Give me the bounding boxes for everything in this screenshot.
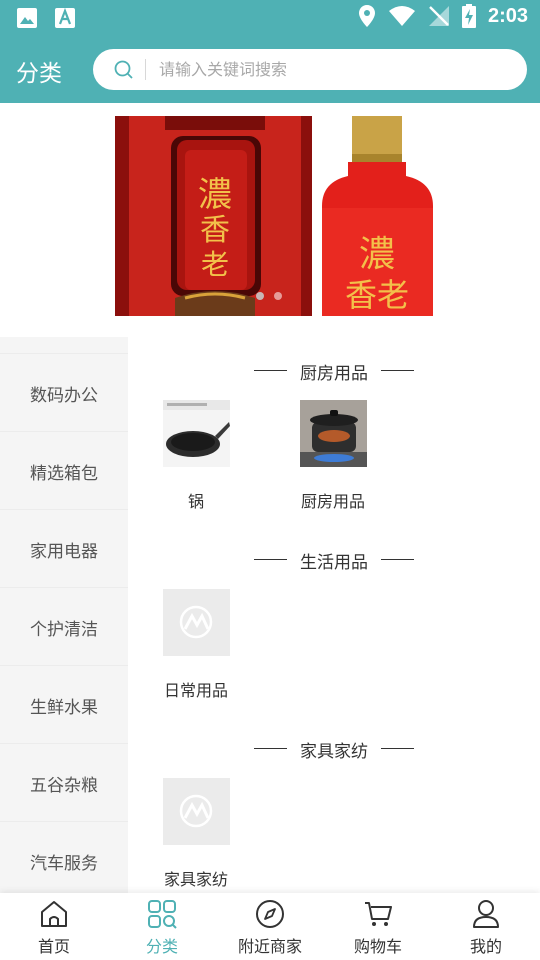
sidebar-item-label: 家用电器	[30, 541, 98, 562]
tile-label: 厨房用品	[300, 492, 365, 511]
tab-label: 首页	[37, 937, 70, 956]
category-sidebar: 数码办公 精选箱包 家用电器 个护清洁 生鲜水果 五谷杂粮 汽车服务	[0, 337, 128, 900]
section-divider-right	[381, 370, 414, 371]
search-input[interactable]	[159, 49, 509, 90]
tab-label: 附近商家	[237, 937, 302, 956]
tab-cart[interactable]: 购物车	[324, 893, 432, 960]
banner-image: 濃 香 老 濃 香老	[115, 116, 435, 316]
status-bar: 2:03	[0, 0, 540, 36]
search-icon	[114, 60, 133, 79]
bottom-tab-bar: 首页 分类 附近商家 购物车 我的	[0, 893, 540, 960]
tab-label: 我的	[469, 937, 502, 956]
sidebar-item-fresh-fruit[interactable]: 生鲜水果	[0, 667, 128, 744]
frying-pan-image	[162, 400, 230, 467]
tab-home[interactable]: 首页	[0, 893, 108, 960]
svg-text:香老: 香老	[345, 276, 409, 314]
category-tile-pan[interactable]: 锅	[141, 400, 251, 512]
page-title: 分类	[16, 61, 62, 87]
sidebar-item-label: 生鲜水果	[30, 697, 98, 718]
cart-icon	[365, 902, 392, 926]
placeholder-image	[162, 778, 230, 845]
category-content: 厨房用品 锅 厨房用品 生活用品 日常用品 家具家纺 家具家纺	[128, 337, 540, 893]
cooking-pot-image	[299, 400, 367, 467]
tab-label: 分类	[145, 937, 178, 956]
section-divider-right	[381, 748, 414, 749]
tile-label: 锅	[187, 492, 204, 511]
banner-carousel[interactable]: 濃 香 老 濃 香老	[115, 116, 435, 316]
section-title: 生活用品	[300, 553, 368, 573]
no-signal-icon	[428, 6, 449, 26]
sidebar-top-spacer	[0, 337, 128, 354]
carousel-indicator	[256, 292, 282, 300]
svg-text:濃: 濃	[359, 234, 395, 275]
category-tile-daily-goods[interactable]: 日常用品	[141, 589, 251, 701]
category-tile-furniture[interactable]: 家具家纺	[141, 778, 251, 890]
carousel-dot[interactable]	[274, 292, 282, 300]
sidebar-item-label: 五谷杂粮	[30, 775, 98, 796]
tab-nearby-merchants[interactable]: 附近商家	[216, 893, 324, 960]
sidebar-item-car-service[interactable]: 汽车服务	[0, 823, 128, 900]
home-icon	[41, 901, 67, 927]
location-icon	[358, 5, 375, 27]
section-title: 家具家纺	[300, 742, 368, 762]
category-icon	[148, 900, 177, 929]
compass-icon	[256, 900, 284, 928]
clock: 2:03	[487, 4, 528, 27]
app-notification-icon	[55, 7, 75, 28]
tab-me[interactable]: 我的	[432, 893, 540, 960]
section-divider-right	[381, 559, 414, 560]
tab-label: 购物车	[353, 937, 402, 956]
sidebar-item-label: 个护清洁	[30, 619, 98, 640]
section-title: 厨房用品	[300, 364, 368, 384]
user-icon	[473, 900, 499, 928]
image-notification-icon	[17, 8, 37, 28]
sidebar-item-label: 数码办公	[30, 385, 98, 406]
sidebar-item-personal-care[interactable]: 个护清洁	[0, 589, 128, 666]
sidebar-item-label: 精选箱包	[30, 463, 98, 484]
sidebar-item-grains[interactable]: 五谷杂粮	[0, 745, 128, 822]
svg-text:香: 香	[200, 213, 230, 248]
search-divider	[145, 59, 146, 80]
header: 分类	[0, 36, 540, 103]
tab-category[interactable]: 分类	[108, 893, 216, 960]
wifi-icon	[388, 6, 415, 26]
category-tile-kitchenware[interactable]: 厨房用品	[278, 400, 388, 512]
search-bar[interactable]	[93, 49, 527, 90]
sidebar-item-digital-office[interactable]: 数码办公	[0, 355, 128, 432]
tile-label: 日常用品	[163, 681, 228, 700]
placeholder-image	[162, 589, 230, 656]
sidebar-item-label: 汽车服务	[30, 853, 98, 874]
tile-label: 家具家纺	[163, 870, 228, 889]
sidebar-item-bags[interactable]: 精选箱包	[0, 433, 128, 510]
battery-charging-icon	[461, 4, 476, 28]
svg-text:老: 老	[201, 248, 229, 281]
svg-text:濃: 濃	[198, 175, 232, 215]
carousel-dot[interactable]	[256, 292, 264, 300]
sidebar-item-appliances[interactable]: 家用电器	[0, 511, 128, 588]
